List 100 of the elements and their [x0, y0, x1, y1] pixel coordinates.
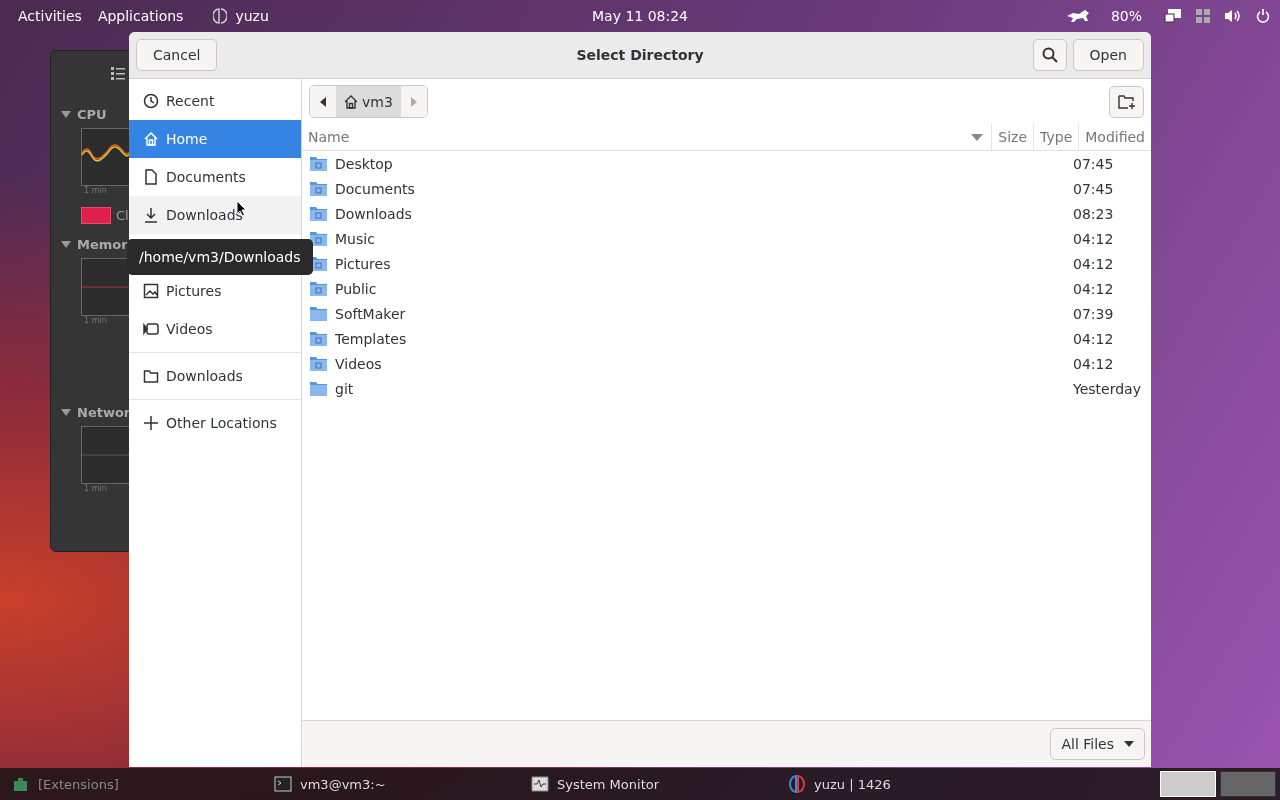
- cancel-button[interactable]: Cancel: [136, 39, 218, 71]
- clock[interactable]: May 11 08:24: [592, 7, 688, 24]
- folder-icon: [310, 281, 327, 296]
- column-header[interactable]: Size: [991, 124, 1034, 150]
- section-title: Memor: [77, 237, 128, 252]
- modified-time: 04:12: [1073, 355, 1115, 372]
- applications-menu[interactable]: Applications: [89, 7, 192, 24]
- taskbar-item[interactable]: yuzu | 1426: [782, 775, 897, 793]
- modified-time: Yesterday: [1073, 380, 1142, 397]
- new-folder-button[interactable]: [1109, 85, 1144, 118]
- folder-icon: [310, 306, 327, 321]
- sidebar-item[interactable]: Pictures: [129, 272, 301, 310]
- plus-icon: [143, 415, 159, 431]
- volume-icon[interactable]: [1224, 8, 1242, 23]
- new-folder-icon: [1117, 93, 1136, 110]
- modified-time: 04:12: [1073, 230, 1115, 247]
- file-name: SoftMaker: [335, 305, 407, 322]
- tooltip: /home/vm3/Downloads: [127, 239, 313, 275]
- home-icon: [143, 131, 159, 147]
- section-title: Networ: [77, 405, 131, 420]
- sidebar-item[interactable]: Videos: [129, 310, 301, 348]
- modified-time: 07:45: [1073, 180, 1115, 197]
- file-name: git: [335, 380, 355, 397]
- sidebar-item[interactable]: Documents: [129, 158, 301, 196]
- file-row[interactable]: git Yesterday: [302, 376, 1151, 401]
- file-type-dropdown[interactable]: All Files: [1050, 728, 1145, 760]
- column-header[interactable]: Name: [302, 124, 992, 150]
- color-swatch[interactable]: [81, 207, 111, 224]
- dialog-title: Select Directory: [576, 47, 704, 63]
- home-icon: [344, 94, 358, 109]
- grid-icon[interactable]: [1196, 8, 1210, 23]
- battery-level: 80%: [1109, 7, 1143, 24]
- graph-plot: [81, 258, 131, 316]
- sidebar-item[interactable]: Other Locations: [129, 404, 301, 442]
- search-button[interactable]: [1032, 39, 1067, 71]
- file-name: Pictures: [335, 255, 392, 272]
- modified-time: 08:23: [1073, 205, 1115, 222]
- legend-label: Cl: [116, 208, 129, 223]
- file-row[interactable]: Templates 04:12: [302, 326, 1151, 351]
- file-name: Music: [335, 230, 376, 247]
- scroll-left-button[interactable]: [310, 86, 336, 117]
- file-name: Downloads: [335, 205, 413, 222]
- folder-icon: [310, 381, 327, 396]
- modified-time: 04:12: [1073, 255, 1115, 272]
- clock-icon: [143, 93, 159, 109]
- folder-icon: [143, 368, 159, 384]
- sidebar-item[interactable]: Downloads: [129, 357, 301, 395]
- column-header[interactable]: Type: [1033, 124, 1079, 150]
- display-icon[interactable]: [1164, 7, 1182, 24]
- sidebar-item[interactable]: Home: [129, 120, 301, 158]
- document-icon: [143, 169, 159, 185]
- file-name: Videos: [335, 355, 383, 372]
- file-row[interactable]: Downloads 08:23: [302, 201, 1151, 226]
- caret-down-icon: [971, 133, 984, 141]
- collapse-arrow-icon[interactable]: [61, 241, 71, 248]
- taskbar-item[interactable]: System Monitor: [525, 775, 782, 793]
- file-row[interactable]: SoftMaker 07:39: [302, 301, 1151, 326]
- file-name: Desktop: [335, 155, 394, 172]
- caret-left-icon: [320, 96, 326, 107]
- app-icon: [213, 7, 228, 24]
- file-row[interactable]: Public 04:12: [302, 276, 1151, 301]
- graph-plot: [81, 426, 131, 484]
- collapse-arrow-icon[interactable]: [61, 409, 71, 416]
- image-icon: [143, 283, 159, 299]
- section-title: CPU: [77, 107, 107, 122]
- app-name: yuzu: [234, 7, 270, 24]
- folder-icon: [310, 231, 327, 246]
- open-button[interactable]: Open: [1072, 39, 1144, 71]
- caret-right-icon: [410, 96, 417, 107]
- file-name: Documents: [335, 180, 416, 197]
- download-icon: [143, 207, 159, 223]
- caret-down-icon: [1124, 741, 1134, 747]
- file-row[interactable]: Documents 07:45: [302, 176, 1151, 201]
- sidebar-item[interactable]: Recent: [129, 82, 301, 120]
- folder-icon: [310, 206, 327, 221]
- file-row[interactable]: Videos 04:12: [302, 351, 1151, 376]
- folder-icon: [310, 331, 327, 346]
- file-name: Public: [335, 280, 378, 297]
- video-camera-icon: [143, 321, 159, 337]
- column-header[interactable]: Modified: [1078, 124, 1151, 150]
- folder-icon: [310, 356, 327, 371]
- graph-plot: [81, 128, 131, 186]
- path-button[interactable]: vm3: [336, 86, 401, 117]
- file-row[interactable]: Desktop 07:45: [302, 151, 1151, 176]
- taskbar-item[interactable]: [Extensions]: [6, 775, 268, 793]
- terminal-icon: [274, 775, 292, 793]
- modified-time: 04:12: [1073, 280, 1115, 297]
- collapse-arrow-icon[interactable]: [61, 111, 71, 118]
- file-name: Templates: [335, 330, 408, 347]
- sidebar-item[interactable]: Downloads: [129, 196, 301, 234]
- cat-icon[interactable]: [1066, 9, 1089, 22]
- activities-button[interactable]: Activities: [10, 7, 90, 24]
- modified-time: 07:45: [1073, 155, 1115, 172]
- modified-time: 07:39: [1073, 305, 1115, 322]
- list-icon[interactable]: [111, 67, 125, 80]
- power-icon[interactable]: [1256, 8, 1270, 23]
- puzzle-icon: [12, 775, 30, 793]
- modified-time: 04:12: [1073, 330, 1115, 347]
- folder-icon: [310, 181, 327, 196]
- taskbar-item[interactable]: vm3@vm3:~: [268, 775, 525, 793]
